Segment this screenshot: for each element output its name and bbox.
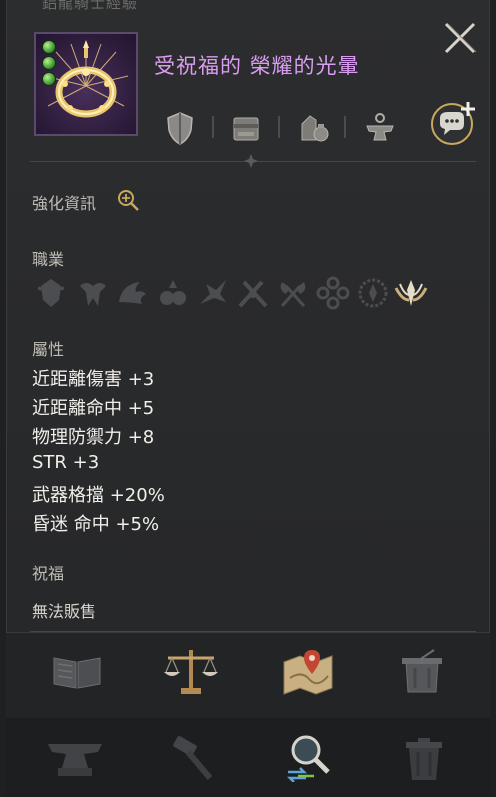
chat-add-icon bbox=[431, 102, 475, 145]
magnify-plus-icon[interactable] bbox=[116, 188, 140, 212]
attribute-line: 昏迷 命中 +5% bbox=[32, 514, 160, 535]
ornament-icon bbox=[244, 154, 258, 168]
item-name: 受祝福的 榮耀的光暈 bbox=[154, 54, 360, 78]
dark-class-icon bbox=[196, 276, 230, 310]
wing-class-icon bbox=[116, 276, 150, 310]
book-icon[interactable] bbox=[50, 650, 104, 696]
elf-class-icon bbox=[156, 276, 190, 310]
hand-bag-icon[interactable] bbox=[298, 110, 330, 146]
sword-class-icon bbox=[236, 276, 270, 310]
chest-icon[interactable] bbox=[230, 112, 262, 148]
divider bbox=[212, 116, 214, 138]
attribute-line: 近距離命中 +5 bbox=[32, 398, 155, 419]
divider bbox=[278, 116, 280, 138]
enhance-info-label: 強化資訊 bbox=[32, 194, 97, 213]
green-gem-icon bbox=[42, 40, 56, 54]
attributes-label: 屬性 bbox=[32, 340, 65, 359]
shield-icon[interactable] bbox=[164, 110, 196, 146]
attribute-line: 武器格擋 +20% bbox=[32, 485, 165, 506]
attribute-line: 近距離傷害 +3 bbox=[32, 369, 155, 390]
item-icon-frame[interactable] bbox=[34, 32, 138, 136]
trash-bin-icon[interactable] bbox=[400, 648, 444, 700]
magnify-swap-icon[interactable] bbox=[284, 732, 334, 786]
close-button[interactable] bbox=[440, 18, 480, 58]
class-label: 職業 bbox=[32, 250, 65, 269]
green-gem-icon bbox=[42, 56, 56, 70]
illusion-class-icon bbox=[356, 276, 390, 310]
green-gem-icon bbox=[42, 72, 56, 86]
map-pin-icon[interactable] bbox=[282, 648, 336, 700]
blessing-label: 祝福 bbox=[32, 564, 65, 583]
anvil-icon[interactable] bbox=[46, 740, 104, 784]
axe-class-icon bbox=[276, 276, 310, 310]
trash-can-icon[interactable] bbox=[404, 736, 444, 786]
attribute-line: STR +3 bbox=[32, 452, 100, 473]
chat-add-button[interactable] bbox=[430, 100, 478, 146]
anvil-icon[interactable] bbox=[364, 110, 396, 146]
dragon-class-icon bbox=[76, 276, 110, 310]
divider bbox=[344, 116, 346, 138]
hammer-icon[interactable] bbox=[170, 734, 218, 786]
orb-class-icon bbox=[316, 276, 350, 310]
not-sellable-text: 無法販售 bbox=[32, 602, 97, 621]
lancer-class-icon-active bbox=[394, 276, 428, 310]
scale-icon[interactable] bbox=[162, 646, 220, 700]
knight-class-icon bbox=[34, 276, 68, 310]
ghost-header-text: 鋁龍騎士經驗 bbox=[42, 0, 139, 12]
attribute-line: 物理防禦力 +8 bbox=[32, 427, 155, 448]
close-icon bbox=[444, 22, 477, 54]
